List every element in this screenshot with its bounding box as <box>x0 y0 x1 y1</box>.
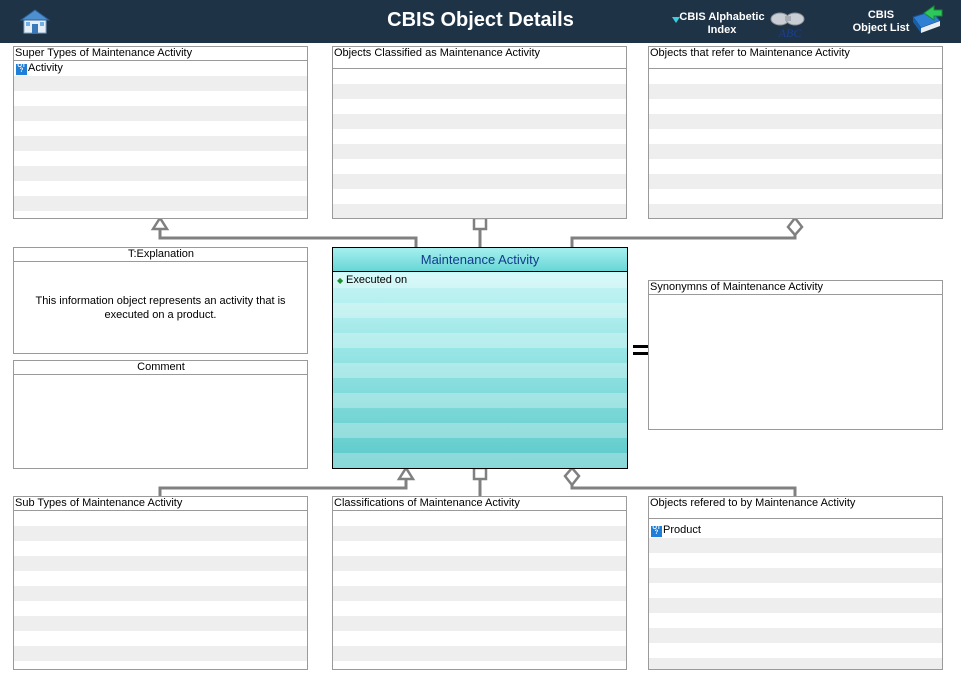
sub-types-title: Sub Types of Maintenance Activity <box>14 497 307 511</box>
explanation-panel: T:Explanation This information object re… <box>13 247 308 354</box>
refer-to-title: Objects that refer to Maintenance Activi… <box>649 47 942 69</box>
comment-title: Comment <box>14 361 307 375</box>
classified-as-list <box>333 69 626 218</box>
inheritance-arrow-icon <box>396 465 416 481</box>
object-title: Maintenance Activity <box>333 248 627 272</box>
classified-as-panel: Objects Classified as Maintenance Activi… <box>332 46 627 219</box>
attribute-item[interactable]: ◆ Executed on <box>333 273 627 288</box>
classification-square-icon <box>472 466 488 481</box>
reference-diamond-icon <box>786 215 804 237</box>
sub-types-panel: Sub Types of Maintenance Activity <box>13 496 308 670</box>
refered-by-list: OT? Product <box>649 523 942 669</box>
object-type-icon: OT? <box>651 525 662 537</box>
sub-types-list <box>14 511 307 669</box>
synonyms-title: Synonymns of Maintenance Activity <box>649 281 942 295</box>
super-types-panel: Super Types of Maintenance Activity OT? A… <box>13 46 308 219</box>
comment-panel: Comment <box>13 360 308 469</box>
super-types-list: OT? Activity <box>14 61 307 218</box>
classifications-panel: Classifications of Maintenance Activity <box>332 496 627 670</box>
reference-diamond-icon <box>563 466 581 488</box>
classified-as-title: Objects Classified as Maintenance Activi… <box>333 47 626 69</box>
list-item[interactable]: OT? Product <box>649 523 942 538</box>
object-detail-box: Maintenance Activity ◆ Executed on <box>332 247 628 469</box>
classification-square-icon <box>472 216 488 231</box>
attribute-list: ◆ Executed on <box>333 273 627 468</box>
explanation-text: This information object represents an ac… <box>35 294 286 321</box>
synonyms-panel: Synonymns of Maintenance Activity <box>648 280 943 430</box>
classifications-title: Classifications of Maintenance Activity <box>333 497 626 511</box>
refered-by-panel: Objects refered to by Maintenance Activi… <box>648 496 943 670</box>
attribute-pin-icon: ◆ <box>337 276 344 285</box>
object-type-icon: OT? <box>16 63 27 75</box>
list-item[interactable]: OT? Activity <box>14 61 307 76</box>
refered-by-title: Objects refered to by Maintenance Activi… <box>649 497 942 519</box>
explanation-title: T:Explanation <box>14 248 307 262</box>
super-types-title: Super Types of Maintenance Activity <box>14 47 307 61</box>
comment-text <box>14 375 307 468</box>
classifications-list <box>333 511 626 669</box>
refer-to-list <box>649 69 942 218</box>
inheritance-arrow-icon <box>150 215 170 231</box>
refer-to-panel: Objects that refer to Maintenance Activi… <box>648 46 943 219</box>
